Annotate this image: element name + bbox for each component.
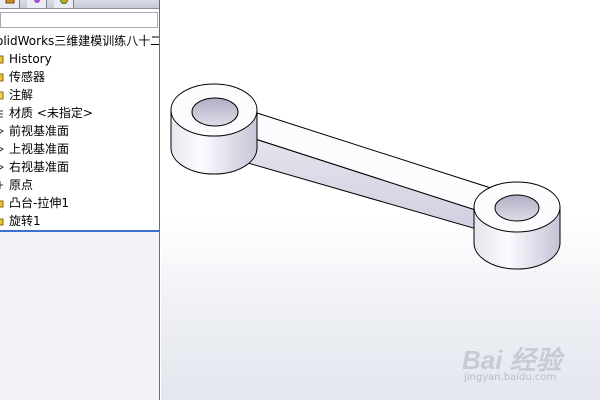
sensor-folder-icon (0, 73, 4, 82)
tree-item-part[interactable]: olidWorks三维建模训练八十二 (0, 32, 160, 50)
appearance-icon (60, 0, 68, 4)
panel-empty-area (0, 232, 159, 400)
baidu-jingyan-watermark: Bai 经验 jingyan.baidu.com (458, 340, 598, 390)
tree-item-label: 前视基准面 (9, 124, 70, 138)
tree-item-top-plane[interactable]: 上视基准面 (0, 140, 159, 158)
tree-item-label: 凸台-拉伸1 (9, 196, 69, 210)
feature-manager-panel: olidWorks三维建模训练八十二 History 传感器 注解 材质 <未指… (0, 0, 160, 400)
plane-icon (0, 146, 4, 152)
tree-item-label: olidWorks三维建模训练八十二 (0, 34, 160, 48)
tree-item-material[interactable]: 材质 <未指定> (0, 104, 159, 122)
tree-item-label: 原点 (9, 178, 34, 192)
left-boss (170, 83, 258, 175)
tree-filter-input[interactable] (0, 12, 158, 28)
property-manager-icon (34, 0, 40, 3)
tree-item-annotations[interactable]: 注解 (0, 86, 159, 104)
tree-item-label: 传感器 (9, 70, 46, 84)
revolve-icon (0, 218, 4, 226)
tree-item-label: 上视基准面 (9, 142, 70, 156)
tree-item-label: 旋转1 (9, 214, 41, 228)
right-boss (473, 181, 561, 270)
tree-item-right-plane[interactable]: 右视基准面 (0, 158, 159, 176)
property-manager-tab[interactable] (27, 0, 47, 8)
tree-item-label: 右视基准面 (9, 160, 70, 174)
tree-item-sensors[interactable]: 传感器 (0, 68, 159, 86)
origin-icon (0, 181, 3, 189)
appearance-tab[interactable] (54, 0, 74, 8)
tree-item-label: 注解 (9, 88, 34, 102)
plane-icon (0, 128, 4, 134)
tree-item-boss-extrude[interactable]: 凸台-拉伸1 (0, 194, 159, 212)
history-folder-icon (0, 55, 4, 64)
tree-item-history[interactable]: History (0, 50, 159, 68)
tree-item-label: 材质 <未指定> (9, 106, 93, 120)
feature-tree-icon (5, 0, 15, 4)
material-icon (0, 110, 3, 118)
tree-item-origin[interactable]: 原点 (0, 176, 159, 194)
feature-tree-tab[interactable] (0, 0, 20, 8)
tree-item-front-plane[interactable]: 前视基准面 (0, 122, 159, 140)
watermark-url: jingyan.baidu.com (464, 372, 557, 383)
annotations-icon (0, 91, 4, 100)
left-hole (191, 97, 239, 127)
tree-item-label: History (9, 52, 52, 66)
panel-tab-bar (0, 0, 159, 9)
right-hole (494, 194, 540, 222)
extrude-icon (0, 200, 4, 208)
tree-item-revolve[interactable]: 旋转1 (0, 212, 159, 230)
plane-icon (0, 164, 4, 170)
